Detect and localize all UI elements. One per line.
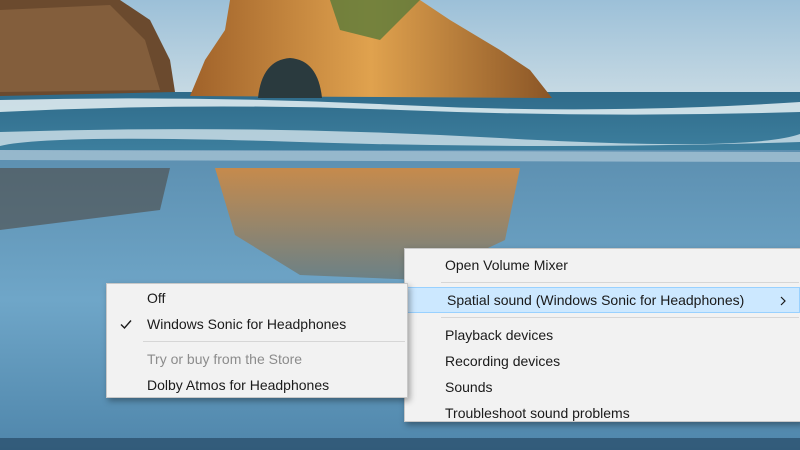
- menu-item-playback-devices[interactable]: Playback devices: [405, 322, 800, 348]
- desktop: Open Volume Mixer Spatial sound (Windows…: [0, 0, 800, 450]
- menu-item-label: Windows Sonic for Headphones: [147, 316, 347, 332]
- menu-item-label: Sounds: [445, 379, 493, 395]
- menu-separator: [441, 317, 799, 318]
- check-icon: [120, 320, 132, 330]
- menu-item-label: Playback devices: [445, 327, 554, 343]
- submenu-item-windows-sonic[interactable]: Windows Sonic for Headphones: [107, 311, 407, 337]
- menu-item-spatial-sound[interactable]: Spatial sound (Windows Sonic for Headpho…: [406, 287, 800, 313]
- sound-context-menu: Open Volume Mixer Spatial sound (Windows…: [404, 248, 800, 422]
- menu-separator: [143, 341, 405, 342]
- menu-item-label: Off: [147, 290, 166, 306]
- menu-separator: [441, 282, 799, 283]
- menu-item-label: Try or buy from the Store: [147, 351, 303, 367]
- menu-item-label: Spatial sound (Windows Sonic for Headpho…: [447, 292, 745, 308]
- menu-item-label: Dolby Atmos for Headphones: [147, 377, 330, 393]
- submenu-item-dolby-atmos[interactable]: Dolby Atmos for Headphones: [107, 372, 407, 398]
- menu-item-label: Open Volume Mixer: [445, 257, 568, 273]
- menu-item-open-volume-mixer[interactable]: Open Volume Mixer: [405, 252, 800, 278]
- menu-item-label: Recording devices: [445, 353, 561, 369]
- submenu-item-off[interactable]: Off: [107, 285, 407, 311]
- menu-item-sounds[interactable]: Sounds: [405, 374, 800, 400]
- chevron-right-icon: [780, 296, 786, 306]
- menu-item-troubleshoot-sound-problems[interactable]: Troubleshoot sound problems: [405, 400, 800, 426]
- menu-item-label: Troubleshoot sound problems: [445, 405, 630, 421]
- submenu-item-store: Try or buy from the Store: [107, 346, 407, 372]
- spatial-sound-submenu: Off Windows Sonic for Headphones Try or …: [106, 283, 408, 398]
- menu-item-recording-devices[interactable]: Recording devices: [405, 348, 800, 374]
